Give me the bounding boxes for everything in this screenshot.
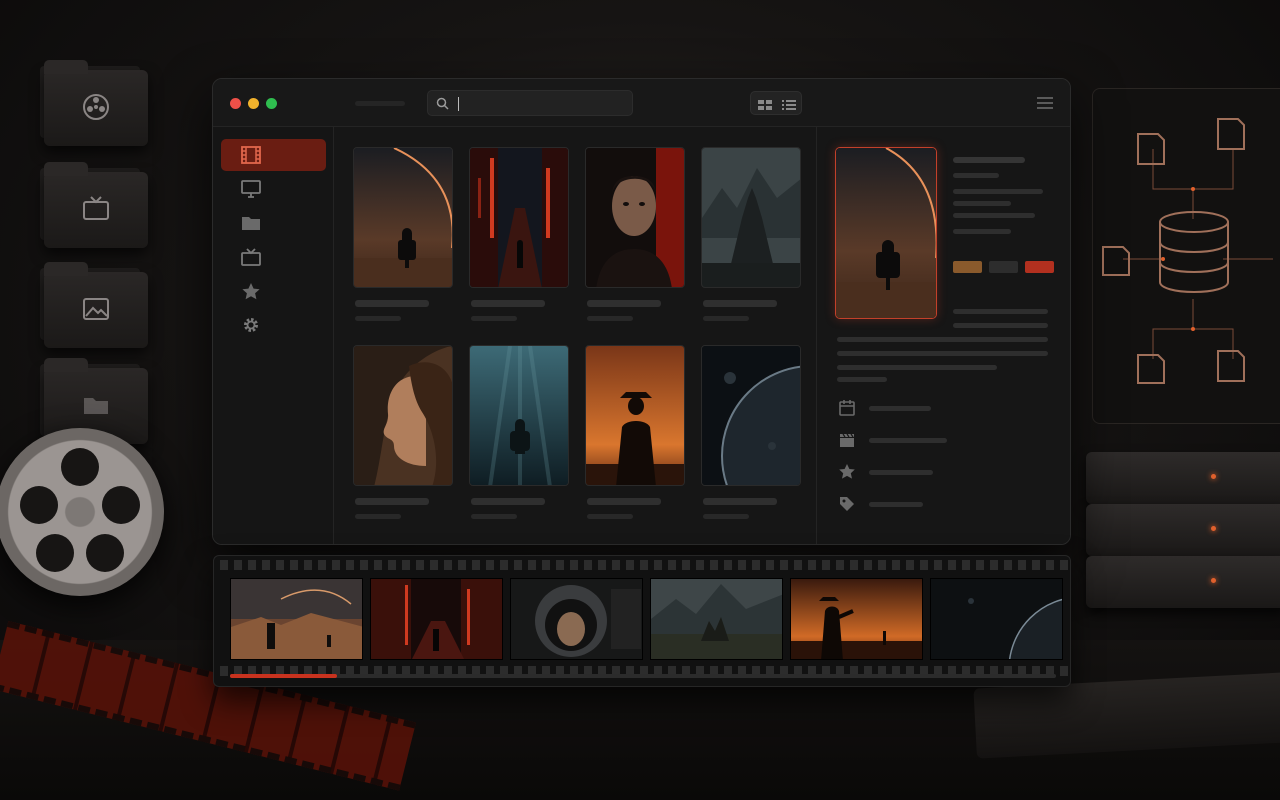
sidebar-item-settings[interactable] <box>221 309 326 341</box>
view-toggle <box>750 91 802 115</box>
star-icon <box>839 464 855 479</box>
monitor-icon <box>241 180 261 198</box>
title-placeholder <box>355 101 405 106</box>
playback-progress-bar[interactable] <box>230 674 1056 678</box>
playback-progress-fill <box>230 674 338 678</box>
sidebar <box>213 127 334 544</box>
film-perforation <box>214 560 1070 570</box>
search-input[interactable] <box>462 95 622 113</box>
media-card[interactable] <box>585 345 685 527</box>
sidebar-item-favorites[interactable] <box>221 275 326 307</box>
server-unit-decoration <box>1086 452 1280 504</box>
poster-mountain-castle <box>701 147 801 288</box>
media-card[interactable] <box>469 147 569 329</box>
filmstrip-frame[interactable] <box>930 578 1063 660</box>
detail-panel <box>816 127 1070 544</box>
media-card[interactable] <box>353 345 453 527</box>
image-icon <box>83 298 109 320</box>
maximize-window-button[interactable] <box>266 98 277 109</box>
media-card[interactable] <box>701 345 801 527</box>
folder-icon <box>84 398 108 414</box>
filmstrip-frame[interactable] <box>790 578 923 660</box>
clapperboard-icon <box>840 433 854 447</box>
film-reel-decoration <box>0 428 164 596</box>
poster-cowboy-sunset <box>585 345 685 486</box>
server-unit-decoration <box>1086 556 1280 608</box>
tv-icon <box>83 196 109 220</box>
grid-view-icon[interactable] <box>757 97 773 111</box>
film-reel-icon <box>83 94 109 120</box>
poster-planet-in-space <box>701 345 801 486</box>
search-icon <box>436 97 449 110</box>
color-swatch[interactable] <box>953 261 982 273</box>
folder-decoration-film <box>44 60 148 146</box>
folder-decoration-tv <box>44 162 148 248</box>
filmstrip-timeline <box>213 555 1071 687</box>
sidebar-item-movies[interactable] <box>221 139 326 171</box>
search-box[interactable] <box>427 90 633 116</box>
poster-woman-profile <box>353 345 453 486</box>
sidebar-item-folders[interactable] <box>221 207 326 239</box>
tag-icon <box>840 497 854 511</box>
tv-icon <box>241 248 261 266</box>
folder-icon <box>242 217 260 230</box>
star-icon <box>242 283 260 300</box>
minimize-window-button[interactable] <box>248 98 259 109</box>
hamburger-menu-icon[interactable] <box>1037 97 1053 109</box>
media-card[interactable] <box>585 147 685 329</box>
folder-decoration-image <box>44 262 148 348</box>
media-card[interactable] <box>469 345 569 527</box>
scene-background <box>0 0 1280 800</box>
media-card[interactable] <box>353 147 453 329</box>
text-cursor <box>458 97 459 111</box>
sidebar-item-tv[interactable] <box>221 241 326 273</box>
close-window-button[interactable] <box>230 98 241 109</box>
poster-man-portrait-red-light <box>585 147 685 288</box>
filmstrip-frame[interactable] <box>510 578 643 660</box>
selected-poster[interactable] <box>835 147 937 319</box>
server-unit-decoration <box>1086 504 1280 556</box>
media-card[interactable] <box>701 147 801 329</box>
poster-underwater-diver <box>469 345 569 486</box>
list-view-icon[interactable] <box>781 97 797 111</box>
title-placeholder <box>953 157 1025 163</box>
filmstrip-frame[interactable] <box>650 578 783 660</box>
database-diagram-decoration <box>1092 88 1280 424</box>
media-grid <box>335 127 816 544</box>
calendar-icon <box>839 400 855 416</box>
gear-icon <box>244 318 258 332</box>
film-icon <box>241 146 261 164</box>
title-bar <box>213 79 1070 127</box>
media-library-window <box>212 78 1071 545</box>
color-swatch[interactable] <box>989 261 1018 273</box>
poster-astronaut-desert-planet <box>353 147 453 288</box>
filmstrip-frame[interactable] <box>370 578 503 660</box>
filmstrip-frame[interactable] <box>230 578 363 660</box>
poster-red-neon-city-street <box>469 147 569 288</box>
color-swatch[interactable] <box>1025 261 1054 273</box>
sidebar-item-monitor[interactable] <box>221 173 326 205</box>
